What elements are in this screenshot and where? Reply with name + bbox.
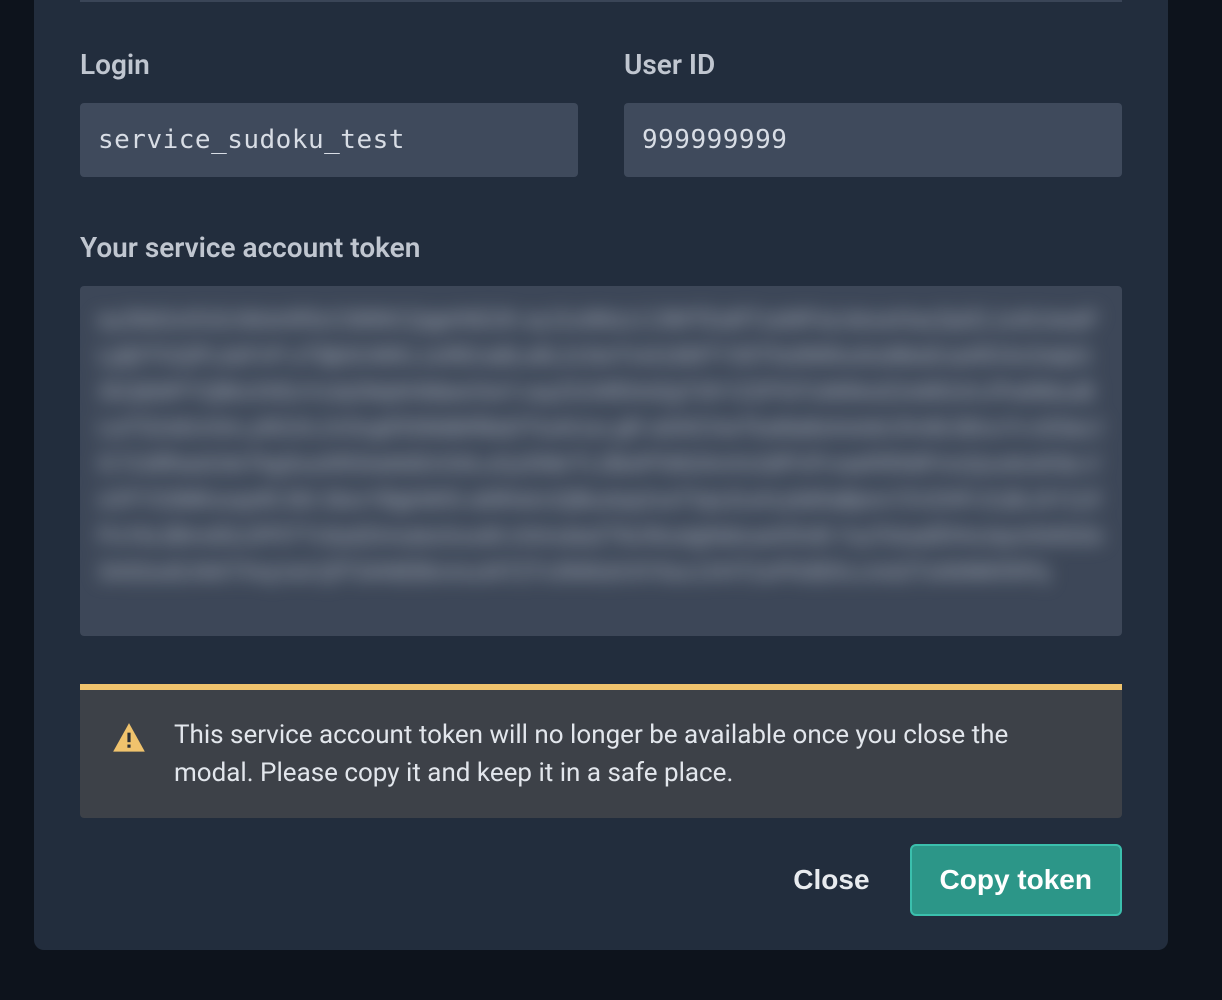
login-field-group: Login service_sudoku_test — [80, 48, 578, 177]
token-display[interactable]: eyJhbGciOiJLNiIsInR5cCI6IlNCQqpHhE2K.eyJ… — [80, 286, 1122, 636]
token-section: Your service account token eyJhbGciOiJLN… — [80, 231, 1122, 636]
warning-triangle-icon — [110, 720, 148, 758]
copy-token-button[interactable]: Copy token — [910, 844, 1122, 916]
login-label: Login — [80, 48, 578, 81]
warning-text: This service account token will no longe… — [174, 716, 1092, 792]
warning-banner: This service account token will no longe… — [80, 684, 1122, 818]
credentials-row: Login service_sudoku_test User ID 999999… — [80, 48, 1122, 177]
user-id-field-group: User ID 999999999 — [624, 48, 1122, 177]
token-label: Your service account token — [80, 231, 1122, 264]
user-id-label: User ID — [624, 48, 1122, 81]
close-button[interactable]: Close — [793, 864, 869, 896]
token-blurred-text: eyJhbGciOiJLNiIsInR5cCI6IlNCQqpHhE2K.eyJ… — [98, 302, 1104, 590]
user-id-input[interactable]: 999999999 — [624, 103, 1122, 177]
modal-actions: Close Copy token — [793, 844, 1122, 916]
login-input[interactable]: service_sudoku_test — [80, 103, 578, 177]
divider — [80, 0, 1122, 2]
service-account-modal: Login service_sudoku_test User ID 999999… — [34, 0, 1168, 950]
